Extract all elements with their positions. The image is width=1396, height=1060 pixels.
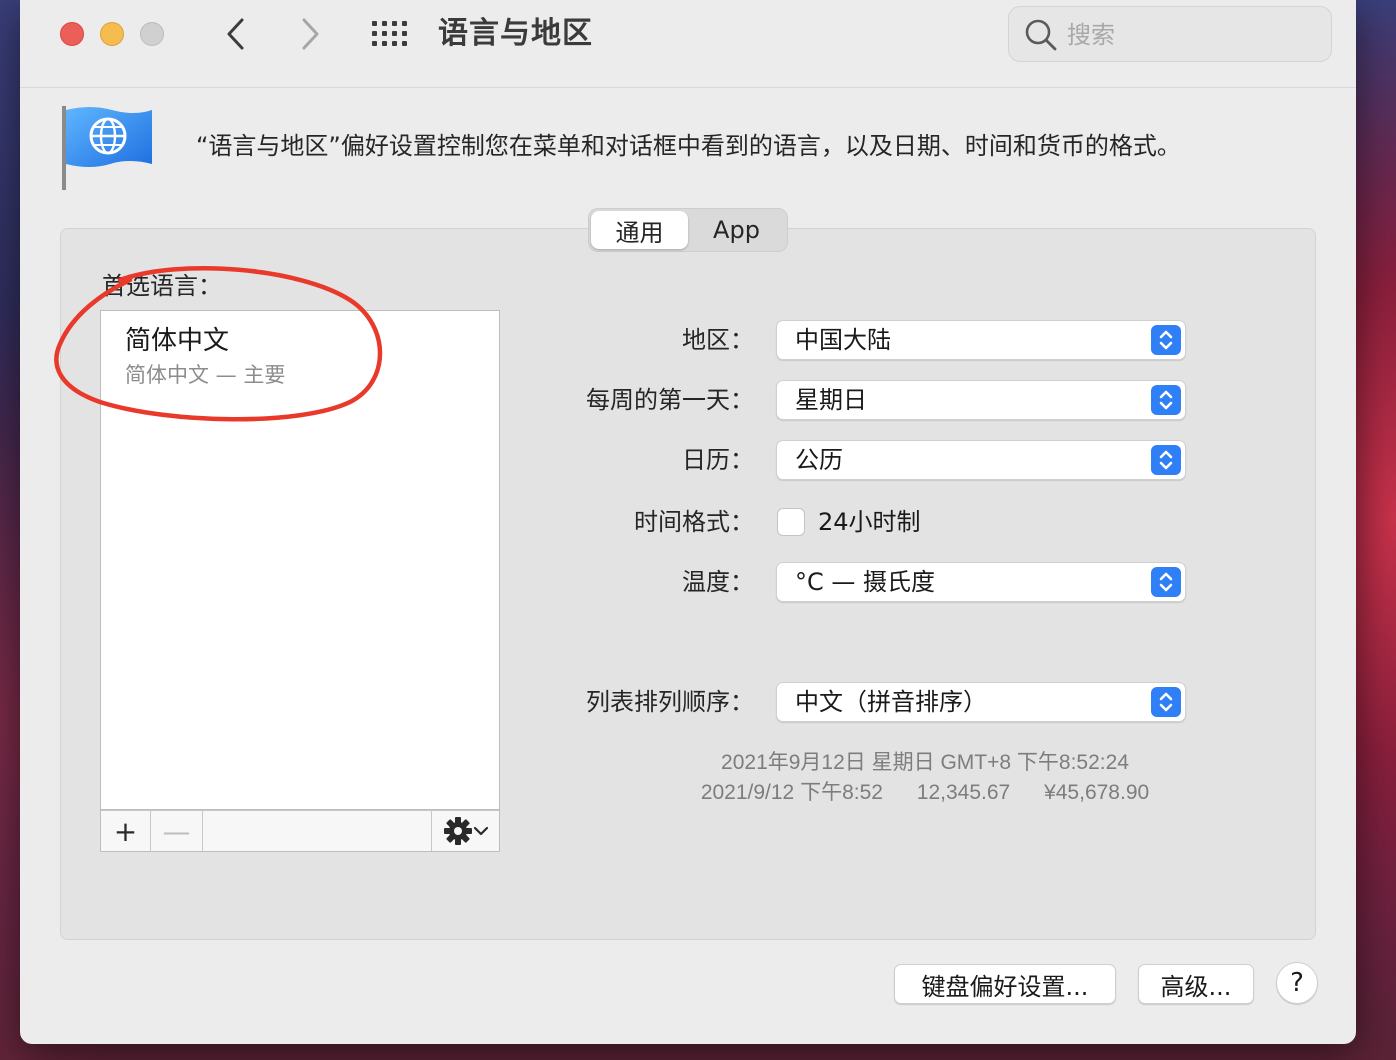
chevron-right-icon xyxy=(302,18,319,50)
updown-arrows-icon xyxy=(1151,687,1181,717)
remove-language-button[interactable]: — xyxy=(151,811,203,851)
add-language-button[interactable]: + xyxy=(101,811,151,851)
updown-arrows-icon xyxy=(1151,385,1181,415)
updown-arrows-icon xyxy=(1151,445,1181,475)
preferred-languages-list[interactable]: 简体中文 简体中文 — 主要 xyxy=(100,310,500,810)
action-menu-button[interactable] xyxy=(431,811,499,851)
first-day-label: 每周的第一天： xyxy=(586,386,754,414)
search-icon xyxy=(1025,19,1057,51)
close-window-button[interactable] xyxy=(60,22,84,46)
list-item[interactable]: 简体中文 简体中文 — 主要 xyxy=(125,323,285,391)
grid-icon xyxy=(372,21,407,46)
24-hour-checkbox-label[interactable]: 24小时制 xyxy=(818,502,921,542)
sample-currency: ¥45,678.90 xyxy=(1044,781,1150,804)
window-title: 语言与地区 xyxy=(438,16,593,51)
calendar-popup[interactable]: 公历 xyxy=(776,440,1186,480)
globe-flag-icon xyxy=(62,106,152,190)
time-format-label: 时间格式： xyxy=(634,508,754,536)
region-popup[interactable]: 中国大陆 xyxy=(776,320,1186,360)
calendar-value: 公历 xyxy=(795,446,843,474)
list-sort-label: 列表排列顺序： xyxy=(586,688,754,716)
region-value: 中国大陆 xyxy=(795,326,891,354)
list-sort-value: 中文（拼音排序） xyxy=(795,688,987,716)
first-day-value: 星期日 xyxy=(795,386,867,414)
region-label: 地区： xyxy=(682,326,754,354)
24-hour-checkbox[interactable] xyxy=(777,508,805,536)
updown-arrows-icon xyxy=(1151,567,1181,597)
updown-arrows-icon xyxy=(1151,325,1181,355)
list-sort-popup[interactable]: 中文（拼音排序） xyxy=(776,682,1186,722)
temperature-popup[interactable]: °C — 摄氏度 xyxy=(776,562,1186,602)
calendar-label: 日历： xyxy=(682,446,754,474)
preferences-window: 语言与地区 “语言与地区”偏好设置控制您在菜单和对话框中看到的语言，以及日期、时… xyxy=(20,0,1356,1044)
sample-number: 12,345.67 xyxy=(916,781,1011,804)
sample-date-short: 2021/9/12 下午8:52 xyxy=(700,781,883,804)
minimize-window-button[interactable] xyxy=(100,22,124,46)
tab-control: 通用 App xyxy=(588,208,788,252)
temperature-label: 温度： xyxy=(682,568,754,596)
temperature-value: °C — 摄氏度 xyxy=(795,568,936,596)
chevron-down-icon xyxy=(473,826,488,836)
back-button[interactable] xyxy=(216,14,256,54)
show-all-button[interactable] xyxy=(370,16,410,52)
format-sample-short: 2021/9/12 下午8:52 12,345.67 ¥45,678.90 xyxy=(580,778,1270,808)
chevron-left-icon xyxy=(227,18,244,50)
keyboard-preferences-button[interactable]: 键盘偏好设置... xyxy=(894,964,1116,1004)
help-button[interactable]: ? xyxy=(1276,962,1318,1004)
advanced-button[interactable]: 高级... xyxy=(1138,964,1254,1004)
gear-icon xyxy=(443,817,472,845)
format-sample-long: 2021年9月12日 星期日 GMT+8 下午8:52:24 xyxy=(721,751,1129,774)
preferred-languages-label: 首选语言： xyxy=(102,272,222,300)
language-name: 简体中文 xyxy=(125,326,230,356)
first-day-popup[interactable]: 星期日 xyxy=(776,380,1186,420)
tab-general[interactable]: 通用 xyxy=(591,211,688,249)
title-bar: 语言与地区 xyxy=(20,0,1356,88)
zoom-window-button[interactable] xyxy=(140,22,164,46)
search-input[interactable] xyxy=(1067,15,1317,55)
list-toolbar: + — xyxy=(100,810,500,852)
tab-apps[interactable]: App xyxy=(688,211,785,249)
forward-button[interactable] xyxy=(290,14,330,54)
search-field[interactable] xyxy=(1008,6,1332,62)
pane-description: “语言与地区”偏好设置控制您在菜单和对话框中看到的语言，以及日期、时间和货币的格… xyxy=(196,132,1181,160)
language-subtitle: 简体中文 — 主要 xyxy=(125,363,286,387)
